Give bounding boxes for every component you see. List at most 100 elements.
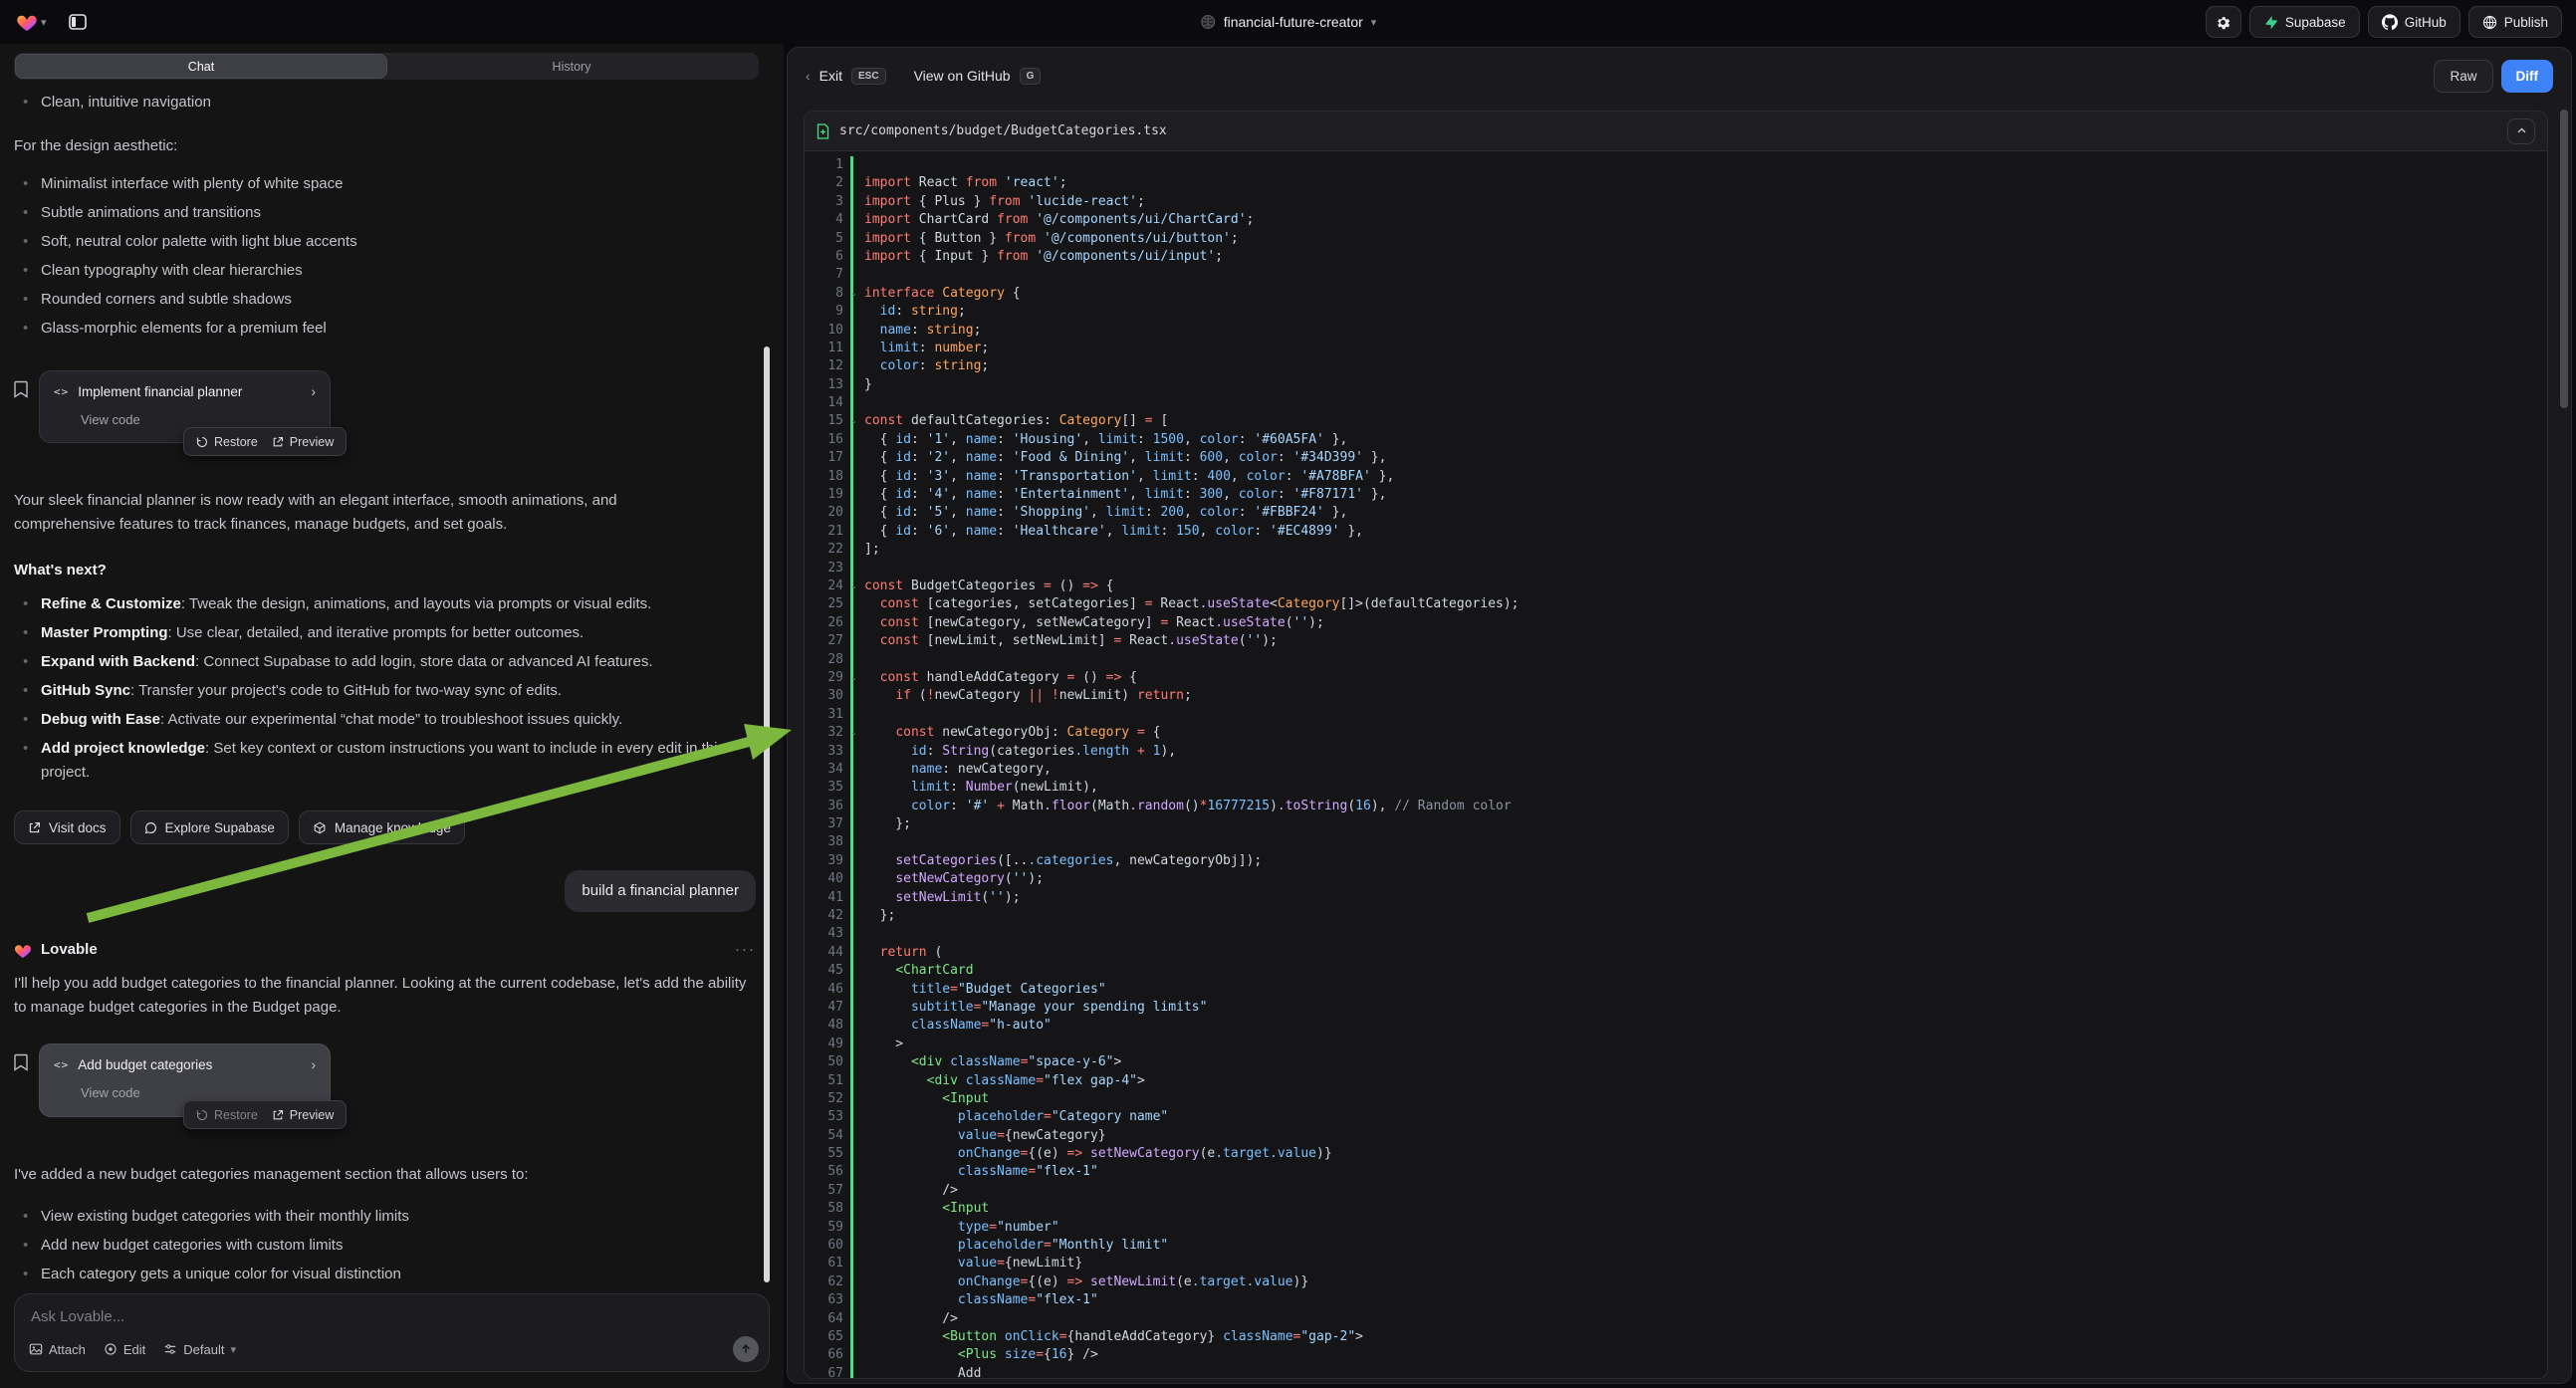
preview-button[interactable]: Preview <box>272 432 334 452</box>
chevron-down-icon: ▾ <box>230 1343 236 1356</box>
restore-button[interactable]: Restore <box>196 1105 258 1125</box>
code-editor[interactable]: 12import React from 'react';3import { Pl… <box>805 151 2547 1378</box>
ready-text: Your sleek financial planner is now read… <box>14 489 711 537</box>
code-line: 13} <box>805 376 2547 394</box>
code-line: 27 const [newLimit, setNewLimit] = React… <box>805 632 2547 650</box>
user-message-1: build a financial planner <box>565 870 756 912</box>
esc-kbd-badge: ESC <box>851 68 886 85</box>
code-line: 7 <box>805 266 2547 284</box>
fold-chevron-icon[interactable]: ⌄ <box>850 669 857 687</box>
image-icon <box>29 1342 43 1356</box>
code-line: 6import { Input } from '@/components/ui/… <box>805 248 2547 266</box>
fold-chevron-icon[interactable]: ⌄ <box>850 578 857 595</box>
list-item: Add new budget categories with custom li… <box>14 1234 756 1258</box>
edit-button[interactable]: Edit <box>104 1342 145 1357</box>
bookmark-icon[interactable] <box>14 1043 28 1116</box>
chat-scrollbar-thumb[interactable] <box>764 347 770 1282</box>
explore-supabase-button[interactable]: Explore Supabase <box>130 810 289 844</box>
attach-button[interactable]: Attach <box>29 1342 86 1357</box>
chat-bubble-icon <box>144 821 157 834</box>
view-on-github-button[interactable]: View on GitHub G <box>914 68 1042 85</box>
external-link-icon <box>28 821 41 834</box>
visit-docs-button[interactable]: Visit docs <box>14 810 120 844</box>
fold-chevron-icon[interactable]: ⌄ <box>850 412 857 430</box>
sidebar-panel-icon <box>68 12 88 32</box>
preview-button[interactable]: Preview <box>272 1105 334 1125</box>
list-item: Master Prompting: Use clear, detailed, a… <box>14 621 751 645</box>
mode-selector[interactable]: Default ▾ <box>163 1342 236 1357</box>
line-number: 22 <box>805 541 850 559</box>
code-panel-header: ‹ Exit ESC View on GitHub G Raw Diff <box>788 48 2571 104</box>
line-number: 57 <box>805 1182 850 1200</box>
line-number: 66 <box>805 1346 850 1364</box>
version-card-2-wrap: <> Add budget categories › View code Res… <box>14 1043 756 1116</box>
code-line: 53 placeholder="Category name" <box>805 1108 2547 1126</box>
line-number: 38 <box>805 833 850 851</box>
line-number: 9 <box>805 303 850 321</box>
fold-chevron-icon[interactable]: ⌄ <box>850 285 857 303</box>
list-item: Subtle animations and transitions <box>14 201 756 225</box>
code-line: 29⌄ const handleAddCategory = () => { <box>805 669 2547 687</box>
github-button[interactable]: GitHub <box>2368 6 2460 38</box>
message-more-button[interactable]: ··· <box>735 938 756 962</box>
code-line: 9 id: string; <box>805 303 2547 321</box>
toggle-sidebar-button[interactable] <box>63 7 93 37</box>
line-number: 14 <box>805 394 850 412</box>
file-header[interactable]: src/components/budget/BudgetCategories.t… <box>805 112 2547 151</box>
code-line: 52 <Input <box>805 1090 2547 1108</box>
line-number: 31 <box>805 706 850 724</box>
gear-icon <box>2215 14 2231 31</box>
list-item: Each category gets a unique color for vi… <box>14 1263 756 1286</box>
project-switcher[interactable]: financial-future-creator ▾ <box>1200 14 1377 30</box>
list-item: Refine & Customize: Tweak the design, an… <box>14 592 751 616</box>
code-line: 30 if (!newCategory || !newLimit) return… <box>805 687 2547 705</box>
raw-toggle-button[interactable]: Raw <box>2434 60 2492 93</box>
diff-toggle-button[interactable]: Diff <box>2501 60 2554 93</box>
code-icon: <> <box>54 1056 69 1074</box>
line-number: 42 <box>805 907 850 925</box>
line-number: 36 <box>805 798 850 815</box>
chat-message-list[interactable]: Clean, intuitive navigation For the desi… <box>0 86 784 1292</box>
code-lines: 12import React from 'react';3import { Pl… <box>805 156 2547 1378</box>
code-line: 12 color: string; <box>805 357 2547 375</box>
next-steps-list: Refine & Customize: Tweak the design, an… <box>14 592 751 785</box>
line-number: 24⌄ <box>805 578 850 595</box>
line-number: 40 <box>805 870 850 888</box>
list-item: View existing budget categories with the… <box>14 1205 756 1229</box>
line-number: 62 <box>805 1273 850 1291</box>
intro-bullet-list: Clean, intuitive navigation <box>14 91 756 115</box>
list-item: Minimalist interface with plenty of whit… <box>14 172 756 196</box>
chat-composer[interactable]: Ask Lovable... Attach Edit Default ▾ <box>14 1293 770 1372</box>
publish-button[interactable]: Publish <box>2468 6 2562 38</box>
code-line: 38 <box>805 833 2547 851</box>
code-line: 17 { id: '2', name: 'Food & Dining', lim… <box>805 449 2547 467</box>
bookmark-icon[interactable] <box>14 370 28 443</box>
fold-chevron-icon[interactable]: ⌄ <box>850 724 857 742</box>
code-line: 31 <box>805 706 2547 724</box>
code-scrollbar-thumb[interactable] <box>2560 110 2568 408</box>
supabase-icon <box>2263 15 2278 30</box>
lovable-logo-menu[interactable]: ▾ <box>16 12 47 32</box>
chevron-down-icon: ▾ <box>1371 16 1377 29</box>
tab-chat[interactable]: Chat <box>16 55 386 78</box>
supabase-button[interactable]: Supabase <box>2249 6 2360 38</box>
list-item: Soft, neutral color palette with light b… <box>14 230 756 254</box>
collapse-file-button[interactable] <box>2507 118 2535 144</box>
code-icon: <> <box>54 383 69 401</box>
code-line: 37 }; <box>805 815 2547 833</box>
send-button[interactable] <box>733 1336 759 1362</box>
tab-history[interactable]: History <box>386 55 757 78</box>
restore-button[interactable]: Restore <box>196 432 258 452</box>
code-line: 57 /> <box>805 1182 2547 1200</box>
line-number: 48 <box>805 1017 850 1035</box>
line-number: 63 <box>805 1291 850 1309</box>
code-line: 35 limit: Number(newLimit), <box>805 779 2547 797</box>
settings-button[interactable] <box>2206 6 2241 38</box>
line-number: 12 <box>805 357 850 375</box>
list-item: Clean typography with clear hierarchies <box>14 259 756 283</box>
chevron-right-icon: › <box>312 1054 317 1076</box>
exit-button[interactable]: ‹ Exit ESC <box>806 68 886 85</box>
manage-knowledge-button[interactable]: Manage knowledge <box>299 810 465 844</box>
line-number: 65 <box>805 1328 850 1346</box>
code-line: 48 className="h-auto" <box>805 1017 2547 1035</box>
